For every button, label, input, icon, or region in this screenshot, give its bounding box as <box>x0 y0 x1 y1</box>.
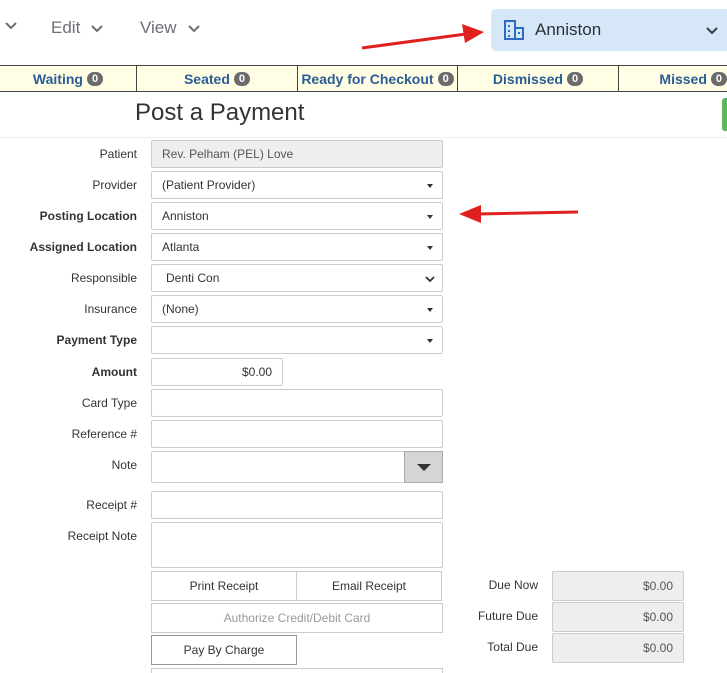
insurance-value: (None) <box>162 302 199 316</box>
payment-type-label: Payment Type <box>56 333 137 347</box>
posting-location-label: Posting Location <box>39 209 137 223</box>
total-due-field: $0.00 <box>552 633 684 663</box>
count-badge: 0 <box>710 71 727 86</box>
status-tab-seated[interactable]: Seated 0 <box>137 66 298 91</box>
count-badge: 0 <box>86 71 104 86</box>
authorize-card-button[interactable]: Authorize Credit/Debit Card <box>151 603 443 633</box>
status-tab-missed[interactable]: Missed 0 <box>619 66 727 91</box>
card-type-label: Card Type <box>81 396 137 410</box>
patient-field: Rev. Pelham (PEL) Love <box>151 140 443 168</box>
status-tab-label: Ready for Checkout <box>301 70 434 87</box>
caret-down-icon <box>427 184 433 188</box>
status-tab-label: Waiting <box>32 70 83 87</box>
action-button-edge[interactable] <box>722 98 727 131</box>
note-label: Note <box>111 458 137 472</box>
amount-label: Amount <box>91 365 137 379</box>
assigned-location-value: Atlanta <box>162 240 200 254</box>
due-now-value: $0.00 <box>642 579 673 593</box>
posting-location-value: Anniston <box>162 209 209 223</box>
responsible-value: Denti Con <box>166 271 220 285</box>
chevron-down-icon <box>91 25 104 33</box>
receipt-note-label: Receipt Note <box>67 529 137 543</box>
reference-input[interactable] <box>151 420 443 448</box>
chevron-down-icon <box>187 25 200 33</box>
status-tab-waiting[interactable]: Waiting 0 <box>0 66 137 91</box>
provider-label: Provider <box>92 178 137 192</box>
location-selector-value: Anniston <box>535 20 602 39</box>
email-receipt-button[interactable]: Email Receipt <box>296 571 442 601</box>
due-now-label: Due Now <box>488 578 538 592</box>
insurance-select[interactable]: (None) <box>151 295 443 323</box>
chevron-down-icon <box>425 276 435 283</box>
chevron-down-icon <box>706 27 718 35</box>
reference-label: Reference # <box>71 427 137 441</box>
building-icon <box>504 20 524 40</box>
partial-menu[interactable] <box>4 18 18 32</box>
patient-label: Patient <box>99 147 137 161</box>
note-input[interactable] <box>151 451 443 483</box>
responsible-label: Responsible <box>70 271 137 285</box>
status-tab-label: Dismissed <box>492 70 563 87</box>
print-receipt-button[interactable]: Print Receipt <box>151 571 297 601</box>
receipt-number-input[interactable] <box>151 491 443 519</box>
page-title: Post a Payment <box>135 99 305 126</box>
divider <box>0 137 727 138</box>
partial-button[interactable] <box>151 668 443 673</box>
status-tab-label: Missed <box>659 70 707 87</box>
total-due-label: Total Due <box>487 640 538 654</box>
caret-down-icon <box>416 463 431 471</box>
total-due-value: $0.00 <box>642 641 673 655</box>
count-badge: 0 <box>437 71 454 86</box>
insurance-label: Insurance <box>84 302 137 316</box>
provider-value: (Patient Provider) <box>162 178 256 192</box>
view-menu[interactable]: View <box>140 18 201 38</box>
chevron-down-icon <box>5 22 17 30</box>
provider-select[interactable]: (Patient Provider) <box>151 171 443 199</box>
amount-value: $0.00 <box>241 365 272 379</box>
count-badge: 0 <box>233 71 251 86</box>
caret-down-icon <box>427 308 433 312</box>
count-badge: 0 <box>566 71 584 86</box>
edit-menu-label: Edit <box>51 18 81 37</box>
edit-menu[interactable]: Edit <box>51 18 104 38</box>
patient-value: Rev. Pelham (PEL) Love <box>162 147 294 161</box>
responsible-select[interactable]: Denti Con <box>151 264 443 292</box>
assigned-location-label: Assigned Location <box>29 240 137 254</box>
future-due-value: $0.00 <box>642 610 673 624</box>
caret-down-icon <box>427 246 433 250</box>
status-tab-ready-for-checkout[interactable]: Ready for Checkout 0 <box>298 66 458 91</box>
note-dropdown-button[interactable] <box>404 451 443 483</box>
caret-down-icon <box>427 215 433 219</box>
future-due-field: $0.00 <box>552 602 684 632</box>
assigned-location-select[interactable]: Atlanta <box>151 233 443 261</box>
pay-by-charge-button[interactable]: Pay By Charge <box>151 635 297 665</box>
view-menu-label: View <box>140 18 177 37</box>
payment-type-select[interactable] <box>151 326 443 354</box>
status-tab-dismissed[interactable]: Dismissed 0 <box>458 66 619 91</box>
top-menu-bar: Edit View Anniston <box>0 0 727 64</box>
status-tab-label: Seated <box>183 70 230 87</box>
due-now-field: $0.00 <box>552 571 684 601</box>
posting-location-select[interactable]: Anniston <box>151 202 443 230</box>
status-bar: Waiting 0 Seated 0 Ready for Checkout 0 … <box>0 65 727 92</box>
future-due-label: Future Due <box>477 609 538 623</box>
amount-input[interactable]: $0.00 <box>151 358 283 386</box>
annotation-arrow-posting-location <box>459 205 579 223</box>
card-type-input[interactable] <box>151 389 443 417</box>
receipt-note-textarea[interactable] <box>151 522 443 568</box>
caret-down-icon <box>427 339 433 343</box>
location-selector[interactable]: Anniston <box>491 9 727 51</box>
receipt-number-label: Receipt # <box>86 498 137 512</box>
